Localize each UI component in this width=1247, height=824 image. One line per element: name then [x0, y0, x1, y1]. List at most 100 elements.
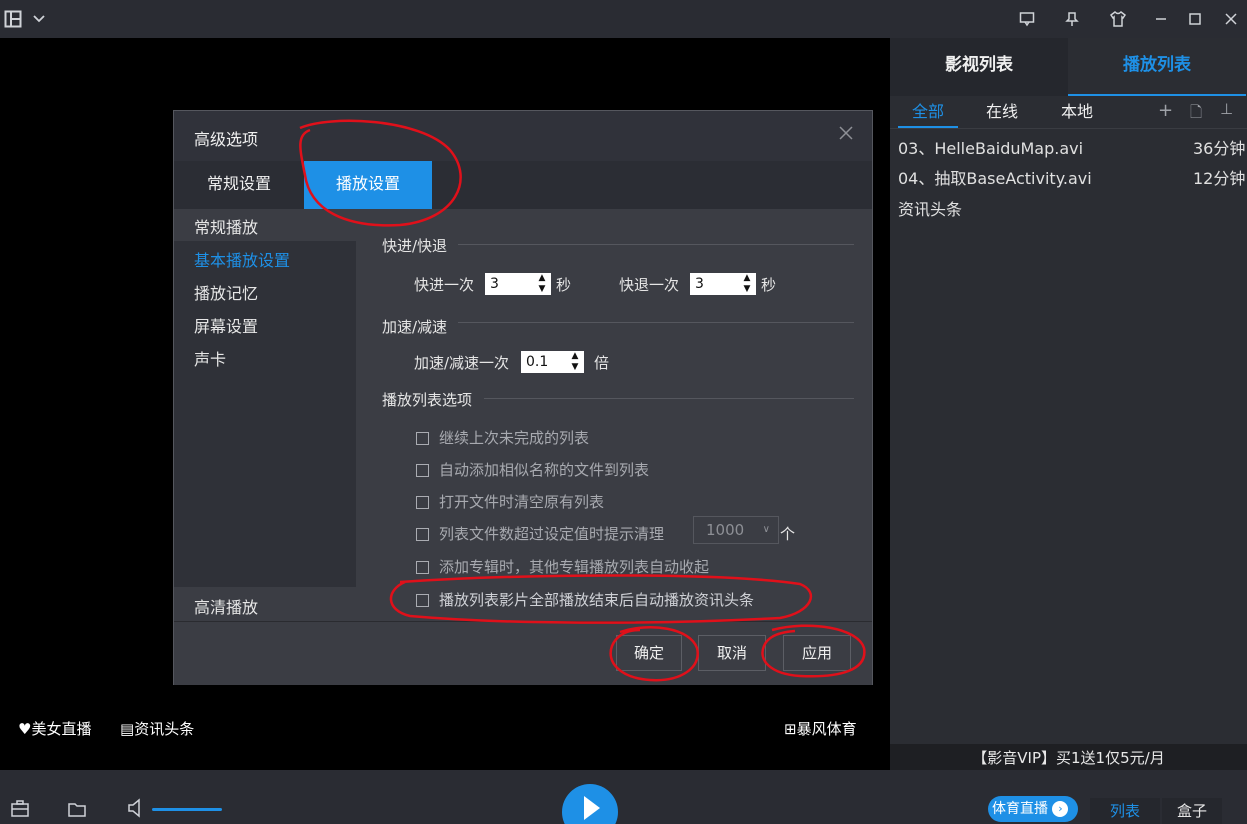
settings-sidebar: 常规播放 基本播放设置 播放记忆 屏幕设置 声卡 高清播放	[174, 209, 356, 621]
divider	[484, 398, 854, 399]
box-button[interactable]: 盒子	[1162, 798, 1222, 824]
skin-icon[interactable]	[1107, 8, 1129, 30]
dialog-title: 高级选项	[194, 130, 259, 149]
subtab-all[interactable]: 全部	[898, 100, 958, 128]
option-clear-on-open[interactable]: 打开文件时清空原有列表	[416, 491, 604, 513]
list-item-title: 04、抽取BaseActivity.avi	[898, 169, 1092, 188]
add-icon[interactable]: +	[1158, 100, 1173, 121]
close-icon[interactable]	[1220, 8, 1242, 30]
checkbox[interactable]	[416, 561, 429, 574]
subtab-online[interactable]: 在线	[972, 100, 1032, 128]
option-label: 播放列表影片全部播放结束后自动播放资讯头条	[439, 591, 755, 609]
news-label: 资讯头条	[134, 720, 195, 738]
seconds-unit: 秒	[556, 276, 572, 294]
forward-input[interactable]: 3	[485, 273, 533, 295]
list-item[interactable]: 03、HelleBaiduMap.avi 36分钟	[890, 132, 1247, 160]
spinner-arrows-icon[interactable]: ▲ ▼	[533, 273, 551, 295]
volume-slider[interactable]	[152, 808, 222, 811]
control-bar: 体育直播 › 列表 盒子	[0, 770, 1247, 824]
section-title-playlist-options: 播放列表选项	[382, 391, 473, 409]
cancel-button[interactable]: 取消	[698, 635, 766, 671]
tab-play-list[interactable]: 播放列表	[1068, 38, 1246, 96]
list-item[interactable]: 资讯头条	[890, 193, 1247, 221]
tab-movie-list[interactable]: 影视列表	[890, 38, 1068, 96]
news-icon: ▤	[120, 720, 135, 738]
list-item[interactable]: 04、抽取BaseActivity.avi 12分钟	[890, 162, 1247, 190]
checkbox[interactable]	[416, 432, 429, 445]
ok-button[interactable]: 确定	[616, 635, 682, 671]
title-bar	[0, 0, 1247, 38]
storm-sports-label: 暴风体育	[796, 720, 857, 738]
option-prompt-clean[interactable]: 列表文件数超过设定值时提示清理	[416, 523, 664, 545]
beauty-live-label: 美女直播	[31, 720, 92, 738]
sports-live-button[interactable]: 体育直播 ›	[988, 796, 1078, 822]
limit-value: 1000	[706, 521, 745, 539]
right-panel: 影视列表 播放列表 全部 在线 本地 + 🗋 ⊥ 03、HelleBaiduMa…	[890, 38, 1247, 770]
subtab-local[interactable]: 本地	[1047, 100, 1107, 128]
feedback-icon[interactable]	[1016, 8, 1038, 30]
sidebar-item-screen[interactable]: 屏幕设置	[194, 313, 258, 337]
dialog-footer	[174, 621, 872, 685]
spinner-arrows-icon[interactable]: ▲ ▼	[566, 351, 584, 373]
arrow-right-icon: ›	[1052, 801, 1069, 817]
tab-general-settings[interactable]: 常规设置	[174, 161, 304, 209]
spinner-arrows-icon[interactable]: ▲ ▼	[738, 273, 756, 295]
checkbox[interactable]	[416, 496, 429, 509]
delete-file-icon[interactable]: 🗋	[1190, 102, 1202, 127]
storm-sports-link[interactable]: ⊞暴风体育	[784, 718, 857, 739]
limit-select[interactable]: 1000 ∨	[693, 516, 779, 544]
toolbox-icon[interactable]	[10, 800, 30, 822]
option-collapse-albums[interactable]: 添加专辑时，其他专辑播放列表自动收起	[416, 556, 709, 578]
option-continue-list[interactable]: 继续上次未完成的列表	[416, 427, 589, 449]
section-title-seek: 快进/快退	[382, 237, 448, 255]
divider	[458, 322, 854, 323]
dialog-header: 高级选项	[174, 111, 872, 161]
layout-icon[interactable]	[2, 8, 24, 30]
checkbox[interactable]	[416, 594, 429, 607]
checkbox[interactable]	[416, 464, 429, 477]
heart-icon: ♥	[18, 720, 32, 738]
dialog-tabs: 常规设置 播放设置	[174, 161, 872, 209]
maximize-icon[interactable]	[1184, 8, 1206, 30]
sports-live-label: 体育直播	[992, 801, 1048, 817]
sort-icon[interactable]: ⊥	[1220, 100, 1233, 118]
sidebar-group-hd-playback[interactable]: 高清播放	[194, 594, 258, 618]
open-folder-icon[interactable]	[67, 800, 87, 822]
apply-button[interactable]: 应用	[783, 635, 851, 671]
option-label: 添加专辑时，其他专辑播放列表自动收起	[439, 558, 710, 576]
forward-label: 快进一次	[414, 276, 475, 294]
pin-icon[interactable]	[1061, 8, 1083, 30]
section-title-speed: 加速/减速	[382, 318, 448, 336]
speed-input[interactable]: 0.1	[521, 351, 566, 373]
backward-input[interactable]: 3	[690, 273, 738, 295]
sidebar-item-sound-card[interactable]: 声卡	[194, 346, 226, 370]
option-auto-play-news[interactable]: 播放列表影片全部播放结束后自动播放资讯头条	[416, 589, 754, 611]
minimize-icon[interactable]	[1150, 8, 1172, 30]
limit-unit: 个	[780, 525, 796, 543]
speed-label: 加速/减速一次	[414, 354, 510, 372]
option-label: 打开文件时清空原有列表	[439, 493, 605, 511]
close-icon[interactable]	[838, 125, 854, 145]
seconds-unit: 秒	[761, 276, 777, 294]
play-button[interactable]	[562, 784, 618, 824]
sidebar-item-basic-playback[interactable]: 基本播放设置	[194, 247, 290, 271]
list-item-duration: 36分钟	[1193, 139, 1246, 158]
chevron-down-icon[interactable]	[28, 8, 50, 30]
divider	[458, 244, 854, 245]
option-auto-add-similar[interactable]: 自动添加相似名称的文件到列表	[416, 459, 649, 481]
checkbox[interactable]	[416, 528, 429, 541]
news-link[interactable]: ▤资讯头条	[120, 718, 194, 739]
vip-banner[interactable]: 【影音VIP】买1送1仅5元/月	[890, 744, 1247, 772]
list-item-duration: 12分钟	[1193, 169, 1246, 188]
list-toggle-button[interactable]: 列表	[1090, 798, 1160, 824]
beauty-live-link[interactable]: ♥美女直播	[18, 718, 91, 739]
sidebar-group-normal-playback[interactable]: 常规播放	[194, 214, 258, 238]
option-label: 继续上次未完成的列表	[439, 429, 590, 447]
play-icon	[584, 796, 600, 820]
volume-icon[interactable]	[126, 798, 144, 822]
list-item-title: 资讯头条	[898, 200, 963, 219]
chevron-down-icon: ∨	[762, 524, 770, 535]
sidebar-item-playback-memory[interactable]: 播放记忆	[194, 280, 258, 304]
list-item-title: 03、HelleBaiduMap.avi	[898, 139, 1084, 158]
tab-playback-settings[interactable]: 播放设置	[304, 161, 432, 209]
